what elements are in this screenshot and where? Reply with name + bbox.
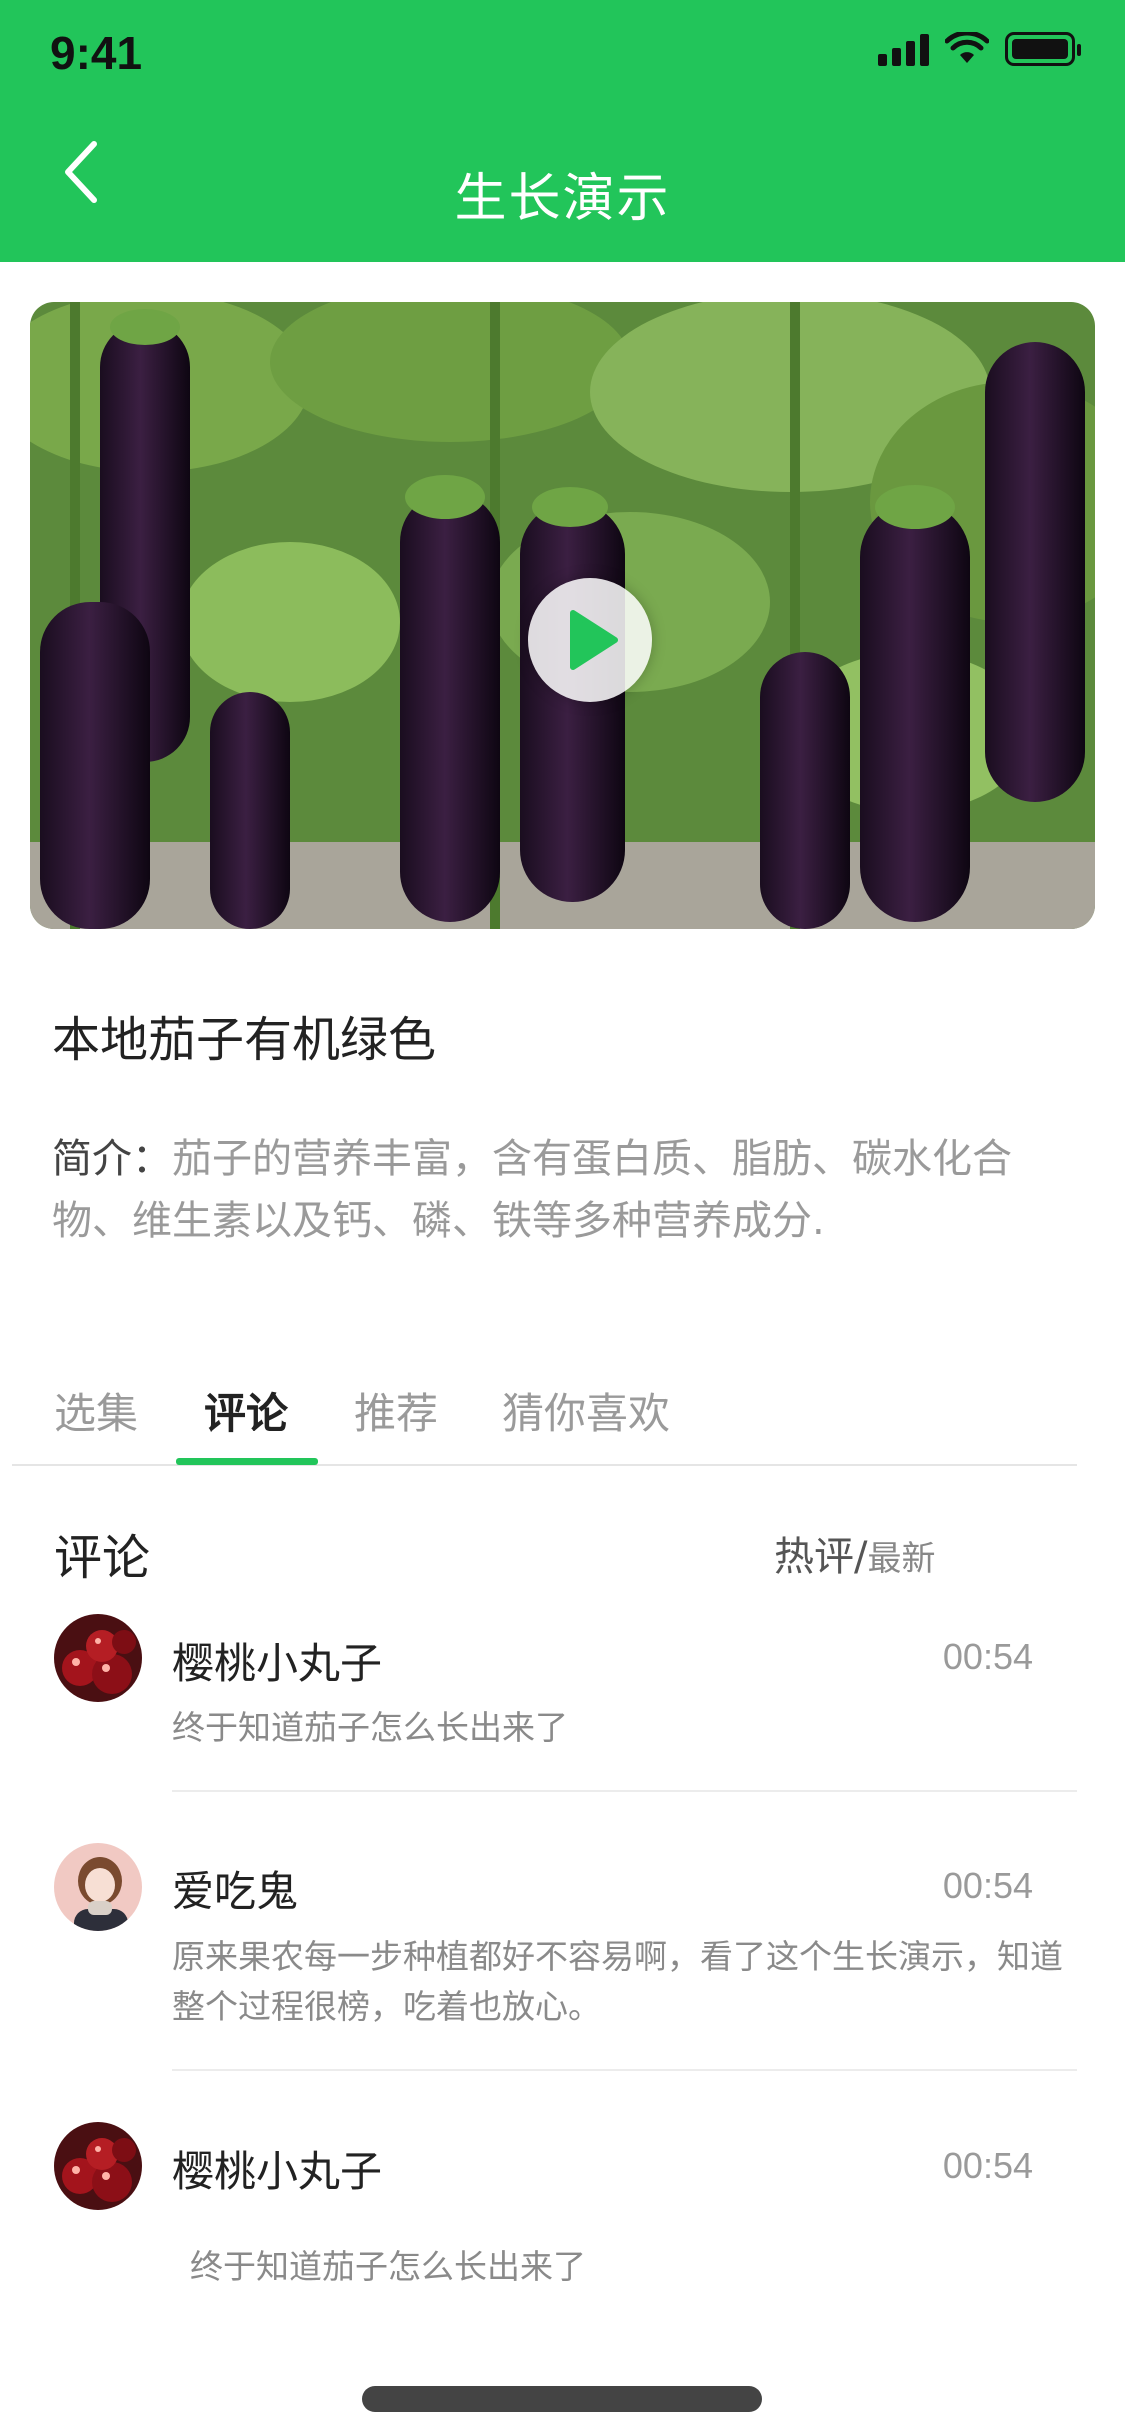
product-intro: 简介：茄子的营养丰富，含有蛋白质、脂肪、碳水化合物、维生素以及钙、磷、铁等多种营… xyxy=(52,1128,1062,1252)
comment-sort: 热评/最新 xyxy=(774,1524,935,1582)
cherries-avatar-icon xyxy=(54,2122,142,2210)
battery-icon xyxy=(1005,32,1081,66)
comments-heading: 评论 xyxy=(54,1530,151,1586)
status-icons xyxy=(878,32,1081,66)
comment-text: 终于知道茄子怎么长出来了 xyxy=(190,2247,586,2286)
play-button[interactable] xyxy=(528,578,652,702)
play-icon xyxy=(570,610,618,670)
wifi-icon xyxy=(945,32,989,63)
avatar[interactable] xyxy=(54,1614,142,1702)
comment-text: 终于知道茄子怎么长出来了 xyxy=(172,1708,568,1747)
comment-divider xyxy=(172,1790,1077,1792)
tab-recommend[interactable]: 推荐 xyxy=(354,1380,438,1441)
comment-time: 00:54 xyxy=(942,2145,1033,2186)
tab-comments[interactable]: 评论 xyxy=(204,1380,288,1441)
sort-hot-button[interactable]: 热评 xyxy=(774,1534,854,1580)
home-indicator xyxy=(362,2386,762,2412)
tab-active-indicator xyxy=(176,1458,318,1465)
comment-author: 樱桃小丸子 xyxy=(172,2147,383,2196)
comment-text: 原来果农每一步种植都好不容易啊，看了这个生长演示，知道整个过程很榜，吃着也放心。 xyxy=(172,1937,1063,2026)
signal-icon xyxy=(878,32,929,66)
sort-newest-button[interactable]: 最新 xyxy=(867,1539,935,1579)
cherries-avatar-icon xyxy=(54,1614,142,1702)
intro-label: 简介： xyxy=(52,1136,172,1182)
video-player[interactable] xyxy=(30,302,1095,929)
header: 9:41 生长演示 xyxy=(0,0,1125,262)
tab-bar: 选集 评论 推荐 猜你喜欢 xyxy=(12,1320,1077,1466)
product-title: 本地茄子有机绿色 xyxy=(52,1012,437,1068)
tab-episodes[interactable]: 选集 xyxy=(54,1380,138,1441)
page-title: 生长演示 xyxy=(454,169,671,229)
comment-author: 爱吃鬼 xyxy=(172,1867,299,1916)
sort-separator: / xyxy=(854,1534,868,1580)
status-time: 9:41 xyxy=(50,27,143,79)
girl-avatar-icon xyxy=(54,1843,142,1931)
avatar[interactable] xyxy=(54,1843,142,1931)
comment-time: 00:54 xyxy=(942,1865,1033,1906)
intro-text: 茄子的营养丰富，含有蛋白质、脂肪、碳水化合物、维生素以及钙、磷、铁等多种营养成分… xyxy=(52,1136,1012,1244)
comment-divider xyxy=(172,2069,1077,2071)
avatar[interactable] xyxy=(54,2122,142,2210)
comment-author: 樱桃小丸子 xyxy=(172,1639,383,1688)
tab-guess-you-like[interactable]: 猜你喜欢 xyxy=(502,1380,670,1441)
comment-time: 00:54 xyxy=(942,1636,1033,1677)
